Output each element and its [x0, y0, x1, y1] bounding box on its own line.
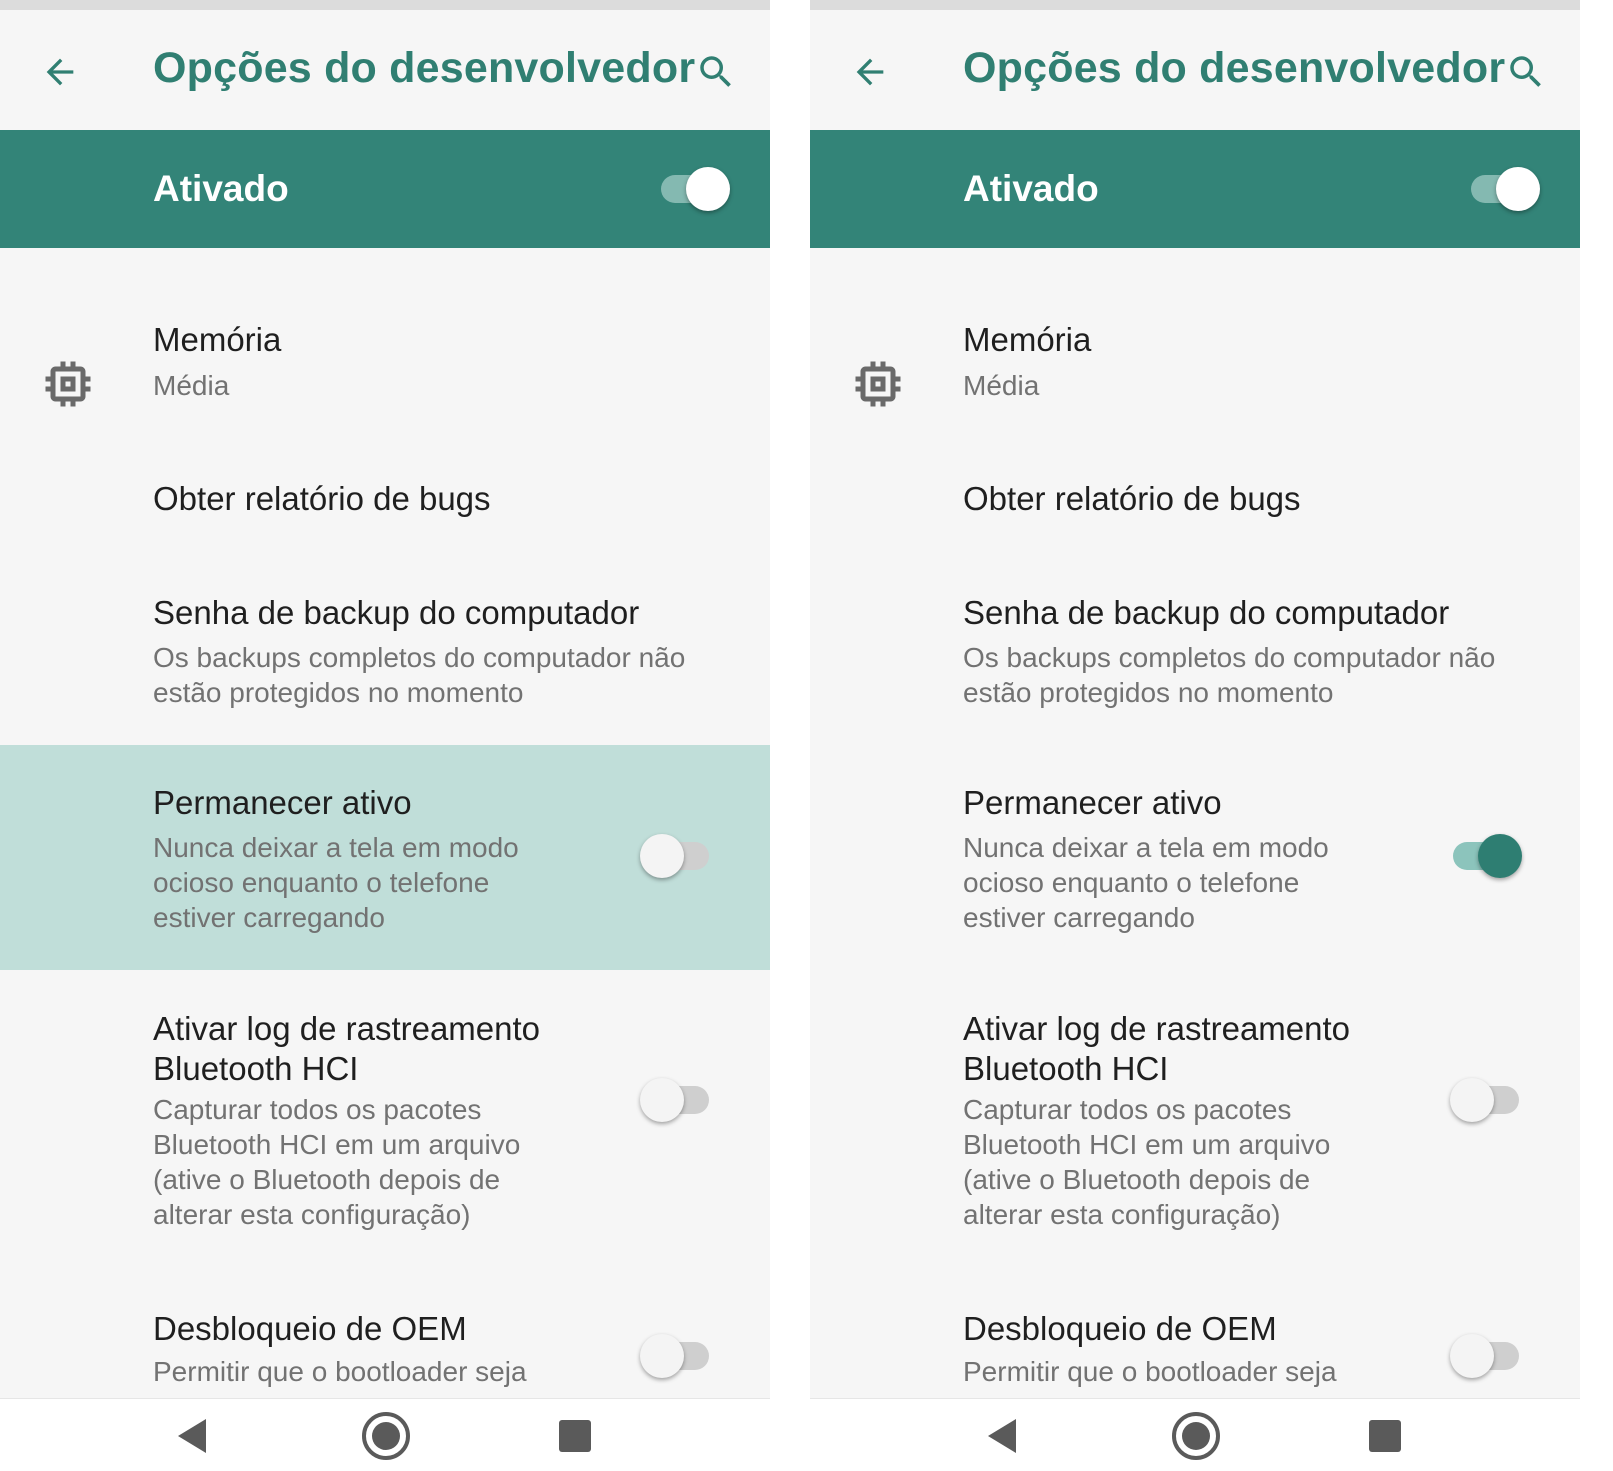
setting-summary: Os backups completos do computador não e… [153, 642, 686, 708]
setting-memory[interactable]: Memória Média [0, 280, 770, 430]
setting-bug-report[interactable]: Obter relatório de bugs [0, 440, 770, 558]
status-bar [0, 0, 770, 10]
setting-bluetooth-hci-log[interactable]: Ativar log de rastreamento Bluetooth HCI… [0, 990, 770, 1260]
phone-screen-right: Opções do desenvolvedor Ativado Memória … [810, 0, 1580, 1471]
setting-title: Ativar log de rastreamento Bluetooth HCI [153, 1010, 541, 1087]
setting-title: Senha de backup do computador [963, 594, 1450, 631]
nav-back-button[interactable] [152, 1399, 232, 1471]
setting-summary: Nunca deixar a tela em modo ocioso enqua… [963, 832, 1329, 933]
bluetooth-hci-switch[interactable] [1450, 1074, 1522, 1126]
app-bar: Opções do desenvolvedor [810, 10, 1580, 130]
setting-backup-password[interactable]: Senha de backup do computador Os backups… [0, 570, 770, 745]
setting-oem-unlock[interactable]: Desbloqueio de OEM Permitir que o bootlo… [0, 1290, 770, 1398]
oem-unlock-switch[interactable] [1450, 1330, 1522, 1382]
navigation-bar [0, 1398, 770, 1471]
phone-screen-left: Opções do desenvolvedor Ativado Memória … [0, 0, 770, 1471]
setting-title: Permanecer ativo [963, 784, 1222, 821]
back-arrow-button[interactable] [844, 46, 896, 98]
search-icon [1510, 56, 1541, 87]
master-toggle-label: Ativado [153, 168, 289, 209]
navigation-bar [810, 1398, 1580, 1471]
master-switch[interactable] [1468, 163, 1540, 215]
setting-oem-unlock[interactable]: Desbloqueio de OEM Permitir que o bootlo… [810, 1290, 1580, 1398]
oem-unlock-switch[interactable] [640, 1330, 712, 1382]
setting-backup-password[interactable]: Senha de backup do computador Os backups… [810, 570, 1580, 745]
stay-awake-switch[interactable] [640, 830, 712, 882]
switch-thumb [640, 1078, 684, 1122]
back-triangle-icon [988, 1418, 1016, 1453]
setting-bluetooth-hci-log[interactable]: Ativar log de rastreamento Bluetooth HCI… [810, 990, 1580, 1260]
switch-thumb [1496, 167, 1540, 211]
nav-home-button[interactable] [1156, 1399, 1236, 1471]
setting-summary: Média [153, 370, 230, 401]
setting-title: Senha de backup do computador [153, 594, 640, 631]
status-bar [810, 0, 1580, 10]
setting-title: Desbloqueio de OEM [153, 1310, 467, 1347]
setting-summary: Média [963, 370, 1040, 401]
setting-title: Ativar log de rastreamento Bluetooth HCI [963, 1010, 1351, 1087]
home-circle-icon [362, 1411, 410, 1460]
page-title: Opções do desenvolvedor [963, 44, 1506, 92]
switch-thumb [640, 1334, 684, 1378]
stay-awake-switch[interactable] [1450, 830, 1522, 882]
search-button[interactable] [690, 46, 742, 98]
setting-summary: Capturar todos os pacotes Bluetooth HCI … [153, 1094, 521, 1230]
setting-stay-awake[interactable]: Permanecer ativo Nunca deixar a tela em … [0, 745, 770, 970]
nav-back-button[interactable] [962, 1399, 1042, 1471]
setting-summary: Nunca deixar a tela em modo ocioso enqua… [153, 832, 519, 933]
setting-title: Desbloqueio de OEM [963, 1310, 1277, 1347]
search-icon [700, 56, 731, 87]
setting-summary: Os backups completos do computador não e… [963, 642, 1496, 708]
memory-chip-icon [45, 361, 91, 407]
page-title: Opções do desenvolvedor [153, 44, 696, 92]
master-switch[interactable] [658, 163, 730, 215]
setting-summary: Capturar todos os pacotes Bluetooth HCI … [963, 1094, 1331, 1230]
setting-title: Obter relatório de bugs [153, 480, 491, 517]
switch-thumb [1450, 1078, 1494, 1122]
master-toggle-bar[interactable]: Ativado [810, 130, 1580, 248]
home-circle-icon [1172, 1411, 1220, 1460]
switch-thumb [686, 167, 730, 211]
setting-title: Memória [153, 321, 282, 358]
setting-summary: Permitir que o bootloader seja [963, 1356, 1337, 1387]
app-bar: Opções do desenvolvedor [0, 10, 770, 130]
back-triangle-icon [178, 1418, 206, 1453]
recents-square-icon [1369, 1419, 1401, 1452]
nav-home-button[interactable] [346, 1399, 426, 1471]
back-arrow-button[interactable] [34, 46, 86, 98]
arrow-left-icon [46, 58, 74, 86]
recents-square-icon [559, 1419, 591, 1452]
switch-thumb [1450, 1334, 1494, 1378]
setting-summary: Permitir que o bootloader seja [153, 1356, 527, 1387]
setting-memory[interactable]: Memória Média [810, 280, 1580, 430]
setting-stay-awake[interactable]: Permanecer ativo Nunca deixar a tela em … [810, 745, 1580, 970]
setting-title: Memória [963, 321, 1092, 358]
nav-recents-button[interactable] [535, 1399, 615, 1471]
master-toggle-bar[interactable]: Ativado [0, 130, 770, 248]
arrow-left-icon [856, 58, 884, 86]
setting-title: Obter relatório de bugs [963, 480, 1301, 517]
memory-chip-icon [855, 361, 901, 407]
setting-bug-report[interactable]: Obter relatório de bugs [810, 440, 1580, 558]
nav-recents-button[interactable] [1345, 1399, 1425, 1471]
switch-thumb [1478, 834, 1522, 878]
search-button[interactable] [1500, 46, 1552, 98]
bluetooth-hci-switch[interactable] [640, 1074, 712, 1126]
master-toggle-label: Ativado [963, 168, 1099, 209]
setting-title: Permanecer ativo [153, 784, 412, 821]
switch-thumb [640, 834, 684, 878]
